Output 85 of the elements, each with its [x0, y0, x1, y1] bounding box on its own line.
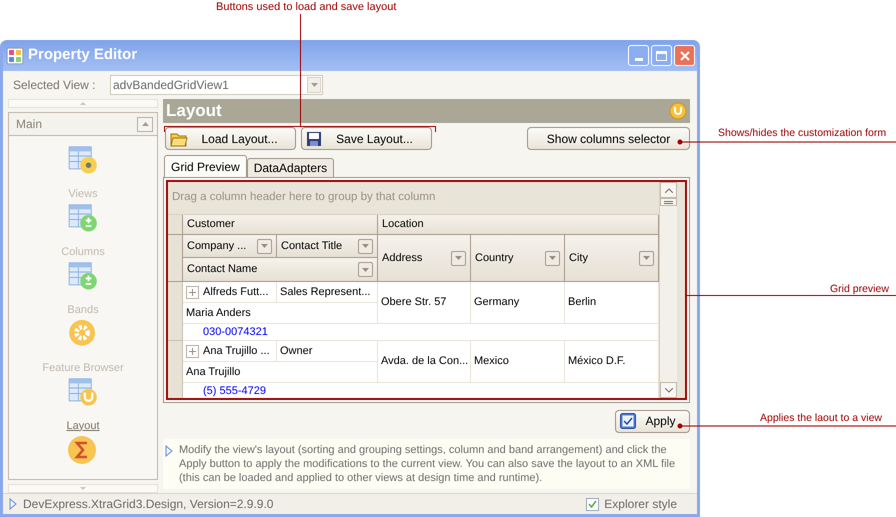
table-wrench-icon: [66, 376, 100, 406]
apply-button[interactable]: Apply: [615, 410, 690, 432]
expand-button[interactable]: [186, 344, 199, 358]
plus-icon: [189, 348, 196, 354]
nav-item[interactable]: Layout: [66, 418, 100, 434]
wrench-icon: [669, 102, 687, 120]
table-cell-text: Ana Trujillo ...: [203, 344, 270, 359]
tab[interactable]: DataAdapters: [246, 158, 334, 177]
plus-icon: [189, 288, 196, 296]
triangle-icon: [165, 445, 173, 457]
filter-dropdown-button[interactable]: [451, 250, 466, 266]
caret-icon: [310, 83, 318, 87]
expand-button[interactable]: [186, 286, 199, 298]
checkmark-icon: [588, 500, 598, 508]
status-text: DevExpress.XtraGrid3.Design, Version=2.9.9.0: [23, 496, 274, 513]
caret-icon: [362, 268, 369, 272]
column-header[interactable]: City: [565, 235, 659, 282]
app-icon: [7, 48, 23, 64]
maximize-button[interactable]: [651, 45, 672, 66]
group-title: Main: [16, 116, 42, 133]
table-cell-text: Alfreds Futt...: [203, 284, 268, 300]
checkbox-label: Explorer style: [604, 496, 677, 513]
table-cell: Avda. de la Con...: [378, 341, 471, 383]
preview-text: 030-0074321: [203, 324, 268, 340]
table-cell: Owner: [277, 341, 378, 362]
table-cell: México D.F.: [565, 341, 659, 383]
checkbox-icon: [620, 413, 636, 429]
caret-icon: [362, 244, 369, 248]
caret-icon: [80, 102, 86, 105]
callout-text: Shows/hides the customization form: [718, 127, 886, 140]
column-header[interactable]: Address: [378, 235, 471, 282]
band-header[interactable]: Location: [378, 215, 659, 235]
triangle-icon: [9, 498, 17, 510]
table-plus-icon: [66, 260, 100, 290]
table-cell: Sales Represent...: [277, 282, 378, 303]
table-cell: Germany: [471, 282, 565, 324]
caret-icon: [549, 256, 556, 260]
selected-view-label: Selected View :: [13, 77, 96, 94]
scroll-down-button[interactable]: [660, 382, 677, 398]
table-cell: Obere Str. 57: [378, 282, 471, 324]
band-header[interactable]: Customer: [183, 215, 378, 235]
window-title: Property Editor: [28, 45, 138, 66]
folder-icon: [170, 130, 188, 146]
close-icon: [680, 50, 690, 60]
callout-text: Buttons used to load and save layout: [216, 1, 396, 14]
table-cell: Berlin: [565, 282, 659, 324]
table-icon: [66, 144, 100, 174]
save-layout-button[interactable]: Save Layout...: [301, 127, 432, 150]
table-cell: Maria Anders: [183, 303, 378, 324]
panel-title: Layout: [166, 100, 222, 122]
table-plus-icon: [66, 202, 100, 232]
caret-icon: [142, 122, 148, 126]
filter-dropdown-button[interactable]: [639, 250, 654, 266]
group-panel-hint: Drag a column header here to group by that column: [172, 190, 436, 206]
column-header[interactable]: Company ...: [183, 235, 277, 258]
column-header[interactable]: Contact Name: [183, 258, 378, 282]
filter-dropdown-button[interactable]: [257, 238, 272, 254]
vertical-scrollbar[interactable]: [659, 182, 677, 398]
caret-icon: [80, 487, 86, 490]
caret-icon: [455, 256, 462, 260]
filter-dropdown-button[interactable]: [358, 262, 373, 277]
load-layout-button[interactable]: Load Layout...: [165, 127, 296, 150]
column-header[interactable]: Country: [471, 235, 565, 282]
show-columns-selector-button[interactable]: Show columns selector: [527, 127, 690, 150]
callout-text: Applies the laout to a view: [760, 412, 882, 425]
callout-text: Grid preview: [830, 283, 889, 296]
preview-text: (5) 555-4729: [203, 384, 266, 398]
caret-icon: [664, 388, 672, 392]
close-button[interactable]: [674, 45, 695, 66]
filter-dropdown-button[interactable]: [358, 238, 373, 254]
scroll-thumb[interactable]: [660, 198, 677, 206]
view-combobox[interactable]: advBandedGridView1: [110, 75, 323, 95]
caret-icon: [261, 244, 268, 248]
tab[interactable]: Grid Preview: [164, 155, 247, 177]
table-cell: Mexico: [471, 341, 565, 383]
checkbox[interactable]: [586, 498, 600, 510]
caret-icon: [664, 188, 672, 192]
filter-dropdown-button[interactable]: [545, 250, 560, 266]
description-text: Modify the view's layout (sorting and grouping settings, column and band arrangement) and click the Apply button to apply the modifications to the current view. You can also save the layout to an XML file (this can be loaded and applied to other views at design time and runtime).: [179, 443, 676, 486]
scroll-up-button[interactable]: [660, 182, 677, 198]
collapse-button[interactable]: [137, 116, 153, 132]
caret-icon: [643, 256, 650, 260]
table-cell: Ana Trujillo: [183, 362, 378, 383]
minimize-button[interactable]: [628, 45, 649, 66]
column-header[interactable]: Contact Title: [277, 235, 378, 258]
